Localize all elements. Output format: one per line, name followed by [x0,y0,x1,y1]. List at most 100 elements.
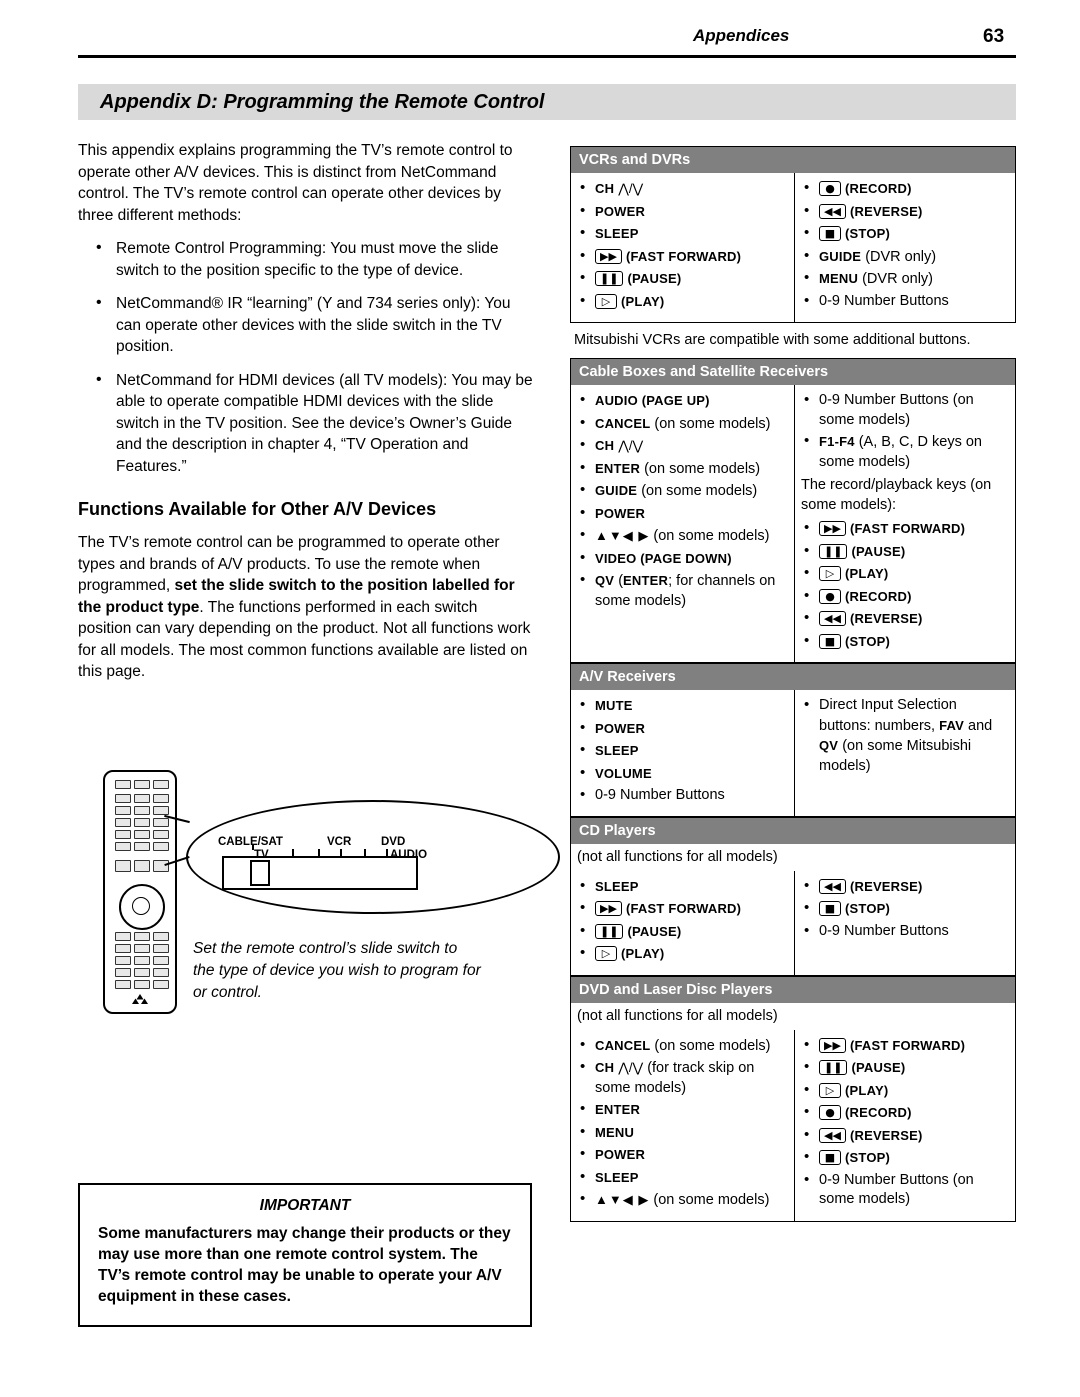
section-column-right: ▶▶ (FAST FORWARD) ❚❚ (PAUSE) ▷ (PLAY) ● … [795,1030,1015,1221]
function-item: GUIDE (on some models) [577,480,788,502]
function-item: ▷ (PLAY) [577,291,788,313]
function-item: ENTER (on some models) [577,458,788,480]
function-item: ▶▶ (FAST FORWARD) [577,246,788,268]
function-item: 0-9 Number Buttons [801,291,1009,312]
section-body-vcrs-and-dvrs: CH ⋀/⋁ POWER SLEEP ▶▶ (FAST FORWARD) ❚❚ … [570,173,1016,323]
section-heading-av-receivers: A/V Receivers [570,663,1016,690]
function-item: ▷ (PLAY) [801,563,1009,585]
remote-navigation-pad [119,884,165,930]
function-item: SLEEP [577,223,788,245]
switch-label-dvd: DVD [381,836,406,848]
illustration-caption: Set the remote control’s slide switch to… [193,940,481,1001]
section-column-right: ◀◀ (REVERSE) ■ (STOP) 0-9 Number Buttons [795,871,1015,975]
function-item: ▶▶ (FAST FORWARD) [801,1035,1009,1057]
stop-icon: ■ [819,1150,841,1165]
remote-button-row [115,956,169,965]
remote-button-row [115,968,169,977]
function-item: 0-9 Number Buttons (on some models) [801,1170,1009,1210]
function-item: ◀◀ (REVERSE) [801,201,1009,223]
section-body-av-receivers: MUTE POWER SLEEP VOLUME 0-9 Number Butto… [570,690,1016,817]
play-icon: ▷ [595,293,617,309]
remote-button-row [115,944,169,953]
section-column-left: AUDIO (PAGE UP) CANCEL (on some models) … [571,385,795,662]
section-heading-cd-players: CD Players [570,816,1016,844]
list-item: NetCommand® IR “learning” (Y and 734 ser… [78,292,533,358]
function-item: CH ⋀/⋁ [577,435,788,457]
remote-button-row [115,932,169,941]
remote-button-row [115,818,169,827]
function-note: The record/playback keys (on some models… [801,477,992,513]
function-item: ◀◀ (REVERSE) [801,1125,1009,1147]
fast-forward-icon: ▶▶ [819,1037,846,1053]
function-item: Direct Input Selection buttons: numbers,… [801,695,1009,776]
play-icon: ▷ [819,566,841,581]
function-item: ● (RECORD) [801,178,1009,200]
function-item: ▲▼◀ ▶ (on some models) [577,1189,788,1211]
function-item: CANCEL (on some models) [577,1035,788,1057]
function-item: ■ (STOP) [801,631,1009,653]
function-item: POWER [577,503,788,525]
function-item: ▷ (PLAY) [801,1080,1009,1102]
function-item: ◀◀ (REVERSE) [801,608,1009,630]
section-body-cable-boxes: AUDIO (PAGE UP) CANCEL (on some models) … [570,385,1016,663]
record-icon: ● [819,181,841,196]
function-item: F1-F4 (A, B, C, D keys on some models) [801,431,1009,472]
function-item: ● (RECORD) [801,1102,1009,1124]
play-icon: ▷ [595,946,617,961]
section-column-right: 0-9 Number Buttons (on some models) F1-F… [795,385,1015,662]
function-item: 0-9 Number Buttons [801,921,1009,942]
switch-tick [252,844,254,850]
section-heading-cable-boxes: Cable Boxes and Satellite Receivers [570,358,1016,385]
record-icon: ● [819,588,841,604]
section-column-left: SLEEP ▶▶ (FAST FORWARD) ❚❚ (PAUSE) ▷ (PL… [571,870,795,975]
function-item: MENU [577,1122,788,1144]
page-header: Appendices 63 [78,26,1016,62]
remote-control-body [103,770,177,1014]
section-column-left: CANCEL (on some models) CH ⋀/⋁ (for trac… [571,1029,795,1221]
switch-label-vcr: VCR [327,836,352,848]
function-item: MENU (DVR only) [801,268,1009,290]
function-item: POWER [577,718,788,740]
function-item: 0-9 Number Buttons (on some models) [801,390,1009,430]
intro-paragraph: This appendix explains programming the T… [78,142,513,224]
pause-icon: ❚❚ [819,1060,848,1075]
record-icon: ● [819,1105,841,1120]
section-column-left: CH ⋀/⋁ POWER SLEEP ▶▶ (FAST FORWARD) ❚❚ … [571,173,795,322]
vcr-compatibility-note: Mitsubishi VCRs are compatible with some… [574,332,971,348]
remote-button-row [115,980,169,989]
function-item: ▶▶ (FAST FORWARD) [577,898,788,920]
fast-forward-icon: ▶▶ [819,521,846,536]
function-item: CH ⋀/⋁ (for track skip on some models) [577,1057,788,1098]
play-icon: ▷ [819,1082,841,1098]
remote-button-row [115,830,169,839]
slide-switch-handle[interactable] [250,860,270,886]
function-item: QV (ENTER; for channels on some models) [577,570,788,611]
function-item: ■ (STOP) [801,1147,1009,1169]
pause-icon: ❚❚ [595,271,624,286]
function-item: SLEEP [577,1167,788,1189]
function-item: POWER [577,1144,788,1166]
header-section-title: Appendices [693,26,790,45]
important-title: IMPORTANT [259,1197,351,1214]
mitsubishi-logo-icon [132,994,148,1004]
function-item: ENTER [577,1099,788,1121]
cd-players-note: (not all functions for all models) [570,843,1016,871]
page-number: 63 [983,26,1005,47]
section-heading-vcrs-and-dvrs: VCRs and DVRs [570,146,1016,173]
pause-icon: ❚❚ [819,543,848,559]
function-item: ❚❚ (PAUSE) [801,541,1009,563]
remote-top-buttons [115,780,169,789]
methods-list: Remote Control Programming: You must mov… [78,237,533,477]
list-item: Remote Control Programming: You must mov… [78,237,533,281]
dvd-players-note: (not all functions for all models) [570,1002,1016,1030]
appendix-title-bar: Appendix D: Programming the Remote Contr… [78,84,1016,120]
section-subheading: Functions Available for Other A/V Device… [78,499,437,519]
stop-icon: ■ [819,901,841,916]
function-item: ❚❚ (PAUSE) [577,921,788,943]
function-item: SLEEP [577,740,788,762]
function-item: GUIDE (DVR only) [801,246,1009,268]
remote-button-row [115,842,169,851]
reverse-icon: ◀◀ [819,878,846,894]
function-item: ❚❚ (PAUSE) [801,1057,1009,1079]
remote-button-row [115,806,169,815]
